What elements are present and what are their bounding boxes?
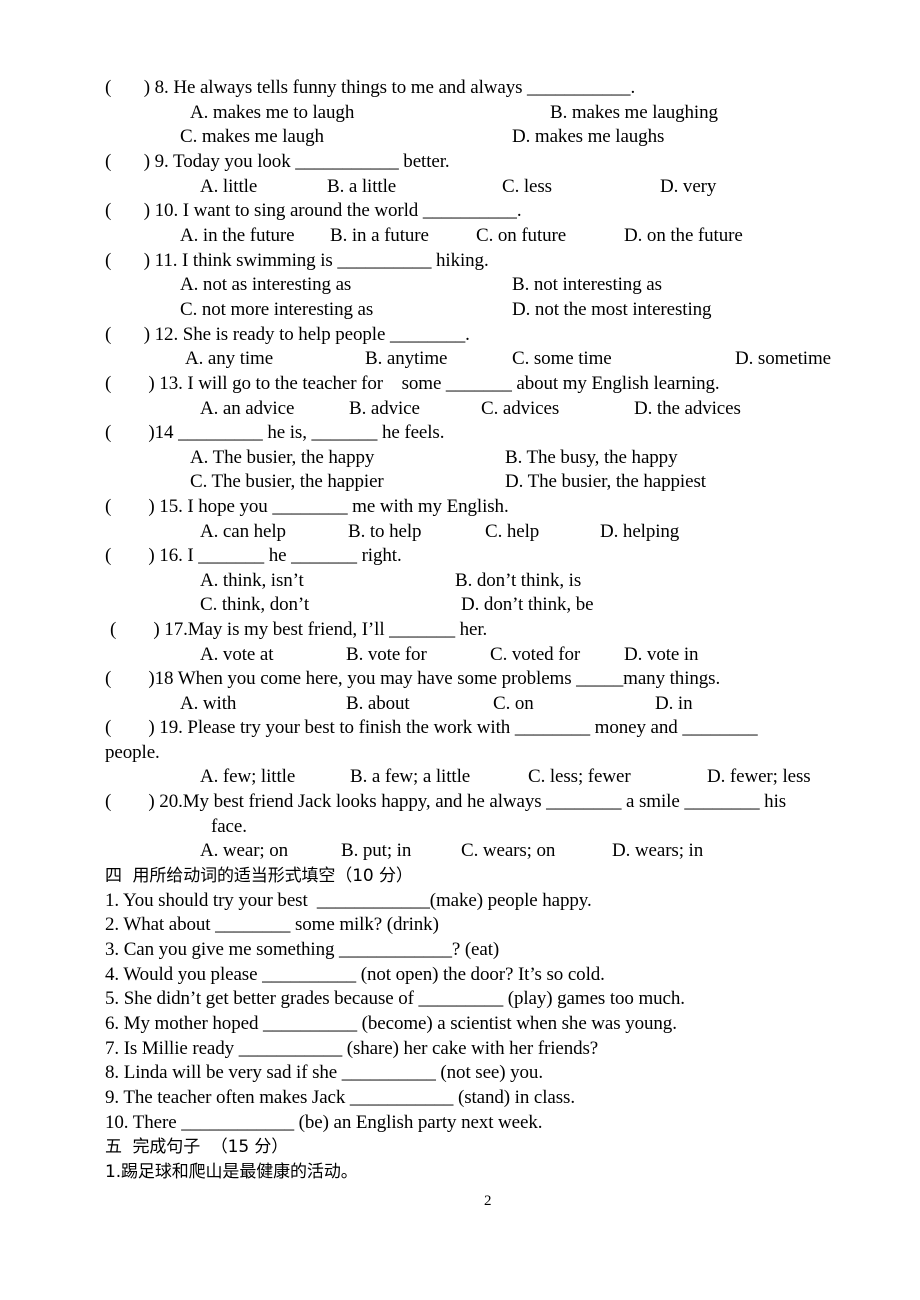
question-19-option-d: D. fewer; less xyxy=(707,766,811,787)
question-20-option-b: B. put; in xyxy=(341,840,412,861)
fill-in-item-2: 2. What about ________ some milk? (drink… xyxy=(105,914,439,935)
question-12-option-b: B. anytime xyxy=(365,348,448,369)
question-18-option-b: B. about xyxy=(346,693,410,714)
fill-in-item-8: 8. Linda will be very sad if she _______… xyxy=(105,1062,543,1083)
question-11-option-d: D. not the most interesting xyxy=(512,299,712,320)
question-12-stem: ( ) 12. She is ready to help people ____… xyxy=(105,324,470,345)
question-10-option-c: C. on future xyxy=(476,225,567,246)
fill-in-item-4: 4. Would you please __________ (not open… xyxy=(105,964,605,985)
question-13-option-b: B. advice xyxy=(349,398,420,419)
question-18-option-a: A. with xyxy=(180,693,237,714)
translation-item-1: 1.踢足球和爬山是最健康的活动。 xyxy=(105,1162,358,1182)
question-10-stem: ( ) 10. I want to sing around the world … xyxy=(105,200,522,221)
question-20-stem: ( ) 20.My best friend Jack looks happy, … xyxy=(105,791,787,812)
fill-in-item-7: 7. Is Millie ready ___________ (share) h… xyxy=(105,1038,599,1059)
question-15-option-c: C. help xyxy=(485,521,540,542)
question-20-stem-continued: face. xyxy=(211,816,247,837)
fill-in-item-1: 1. You should try your best ____________… xyxy=(105,890,592,911)
page-number: 2 xyxy=(484,1193,492,1209)
question-18-stem: ( )18 When you come here, you may have s… xyxy=(105,668,721,689)
question-9-stem: ( ) 9. Today you look ___________ better… xyxy=(105,151,450,172)
question-17-option-c: C. voted for xyxy=(490,644,581,665)
question-9-option-c: C. less xyxy=(502,176,552,197)
question-17-option-a: A. vote at xyxy=(200,644,274,665)
question-13-option-d: D. the advices xyxy=(634,398,741,419)
question-13-stem: ( ) 13. I will go to the teacher for som… xyxy=(105,373,720,394)
question-15-option-a: A. can help xyxy=(200,521,286,542)
question-18-option-d: D. in xyxy=(655,693,693,714)
question-10-option-a: A. in the future xyxy=(180,225,295,246)
question-20-option-c: C. wears; on xyxy=(461,840,556,861)
question-17-option-d: D. vote in xyxy=(624,644,699,665)
fill-in-item-10: 10. There ____________ (be) an English p… xyxy=(105,1112,543,1133)
question-19-option-b: B. a few; a little xyxy=(350,766,471,787)
question-12-option-a: A. any time xyxy=(185,348,274,369)
question-14-option-a: A. The busier, the happy xyxy=(190,447,375,468)
question-9-option-b: B. a little xyxy=(327,176,397,197)
question-19-option-a: A. few; little xyxy=(200,766,296,787)
question-13-option-c: C. advices xyxy=(481,398,560,419)
exam-page: ( ) 8. He always tells funny things to m… xyxy=(0,0,920,1300)
question-12-option-c: C. some time xyxy=(512,348,612,369)
question-8-option-d: D. makes me laughs xyxy=(512,126,665,147)
question-8-stem: ( ) 8. He always tells funny things to m… xyxy=(105,77,636,98)
question-11-option-c: C. not more interesting as xyxy=(180,299,374,320)
question-13-option-a: A. an advice xyxy=(200,398,295,419)
question-8-option-b: B. makes me laughing xyxy=(550,102,718,123)
question-8-option-a: A. makes me to laugh xyxy=(190,102,355,123)
section-5-heading: 五 完成句子 （15 分） xyxy=(105,1137,289,1157)
question-16-option-d: D. don’t think, be xyxy=(461,594,594,615)
question-16-option-c: C. think, don’t xyxy=(200,594,309,615)
question-9-option-a: A. little xyxy=(200,176,258,197)
question-9-option-d: D. very xyxy=(660,176,717,197)
fill-in-item-5: 5. She didn’t get better grades because … xyxy=(105,988,685,1009)
fill-in-item-9: 9. The teacher often makes Jack ________… xyxy=(105,1087,575,1108)
question-14-option-d: D. The busier, the happiest xyxy=(505,471,706,492)
fill-in-item-3: 3. Can you give me something ___________… xyxy=(105,939,500,960)
question-14-option-c: C. The busier, the happier xyxy=(190,471,384,492)
fill-in-item-6: 6. My mother hoped __________ (become) a… xyxy=(105,1013,677,1034)
question-8-option-c: C. makes me laugh xyxy=(180,126,324,147)
question-12-option-d: D. sometime xyxy=(735,348,831,369)
question-16-option-a: A. think, isn’t xyxy=(200,570,304,591)
question-15-option-b: B. to help xyxy=(348,521,422,542)
question-14-option-b: B. The busy, the happy xyxy=(505,447,678,468)
question-11-stem: ( ) 11. I think swimming is __________ h… xyxy=(105,250,489,271)
question-15-stem: ( ) 15. I hope you ________ me with my E… xyxy=(105,496,509,517)
section-4-heading: 四 用所给动词的适当形式填空（10 分） xyxy=(105,866,413,886)
question-10-option-b: B. in a future xyxy=(330,225,429,246)
question-15-option-d: D. helping xyxy=(600,521,680,542)
question-16-option-b: B. don’t think, is xyxy=(455,570,582,591)
question-18-option-c: C. on xyxy=(493,693,534,714)
question-16-stem: ( ) 16. I _______ he _______ right. xyxy=(105,545,402,566)
question-20-option-d: D. wears; in xyxy=(612,840,704,861)
question-17-option-b: B. vote for xyxy=(346,644,427,665)
question-17-stem: ( ) 17.May is my best friend, I’ll _____… xyxy=(110,619,488,640)
question-20-option-a: A. wear; on xyxy=(200,840,289,861)
question-10-option-d: D. on the future xyxy=(624,225,743,246)
question-19-option-c: C. less; fewer xyxy=(528,766,631,787)
question-19-stem-continued: people. xyxy=(105,742,160,763)
question-19-stem: ( ) 19. Please try your best to finish t… xyxy=(105,717,758,738)
question-14-stem: ( )14 _________ he is, _______ he feels. xyxy=(105,422,445,443)
question-11-option-a: A. not as interesting as xyxy=(180,274,352,295)
question-11-option-b: B. not interesting as xyxy=(512,274,662,295)
